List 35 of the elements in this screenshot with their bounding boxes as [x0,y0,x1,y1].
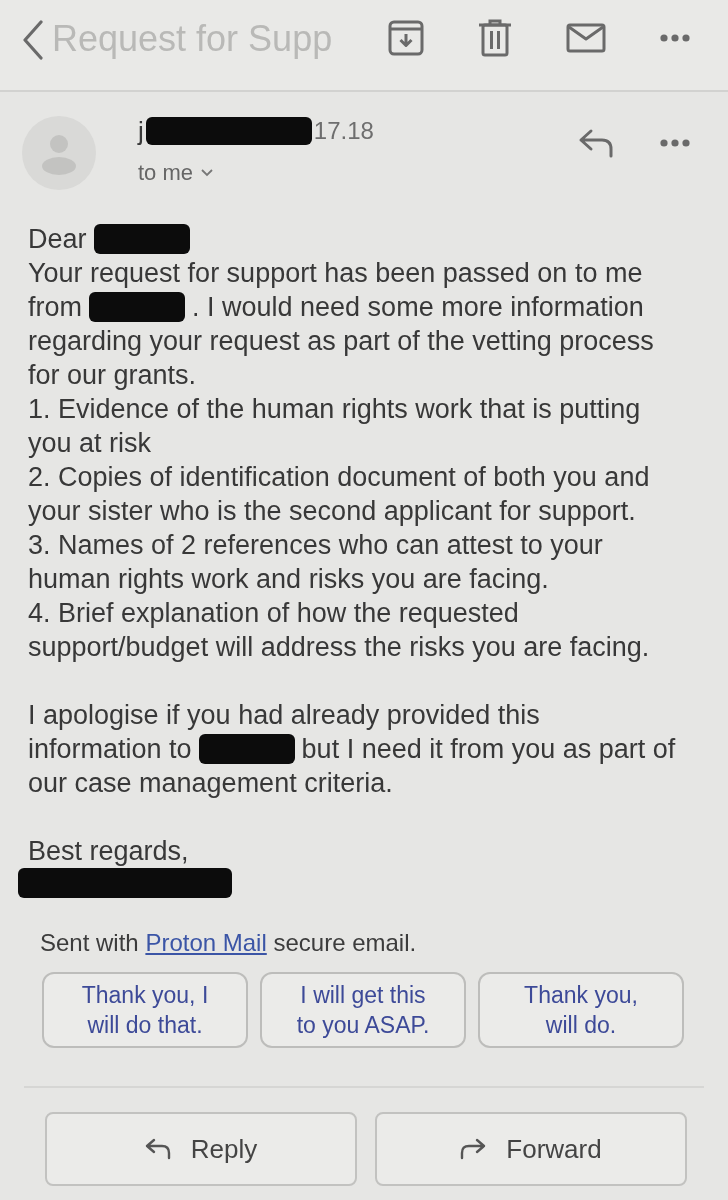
body-text: regarding your request as part of the vetting process for our grants. [28,325,655,392]
chevron-down-icon [201,169,214,177]
reply-icon [144,1138,171,1160]
forward-button[interactable]: Forward [375,1112,687,1186]
body-text: 1. Evidence of the human rights work that is putting you at risk [28,393,642,460]
body-text: . I would need some more information [192,291,644,324]
mail-icon[interactable] [566,23,606,53]
sender-name: j [138,115,144,147]
smart-reply-button[interactable]: I will get this to you ASAP. [260,972,466,1048]
body-text: Best regards, [28,835,190,868]
recipient-toggle[interactable]: to me [138,160,214,186]
body-text: Your request for support has been passed on to me [28,257,644,290]
signature-text: Sent with Proton Mail secure email. [40,928,418,958]
avatar-icon [22,116,96,190]
back-icon[interactable] [22,20,44,60]
archive-icon[interactable] [388,20,424,56]
body-text: 2. Copies of identification document of both you and your sister who is the second applicant for support. [28,461,651,528]
body-text: from [28,291,82,324]
body-text: information to [28,733,192,766]
smart-reply-button[interactable]: Thank you, will do. [478,972,684,1048]
trash-icon[interactable] [478,19,512,57]
body-text: Dear [28,223,87,256]
body-text: 3. Names of 2 references who can attest to your human rights work and risks you are facing. [28,529,604,596]
smart-reply-button[interactable]: Thank you, I will do that. [42,972,248,1048]
reply-icon[interactable] [578,128,614,158]
reply-button[interactable]: Reply [45,1112,357,1186]
body-text: I apologise if you had already provided this [28,699,541,732]
body-text: 4. Brief explanation of how the requested support/budget will address the risks you are facing. [28,597,651,664]
body-text: but I need it from you as part of [301,733,676,766]
more-icon[interactable] [660,34,690,42]
text-link[interactable]: Proton Mail [145,929,267,956]
more-icon[interactable] [660,139,690,147]
forward-icon [460,1138,487,1160]
message-time: 17.18 [313,117,374,145]
body-text: our case management criteria. [28,767,394,800]
